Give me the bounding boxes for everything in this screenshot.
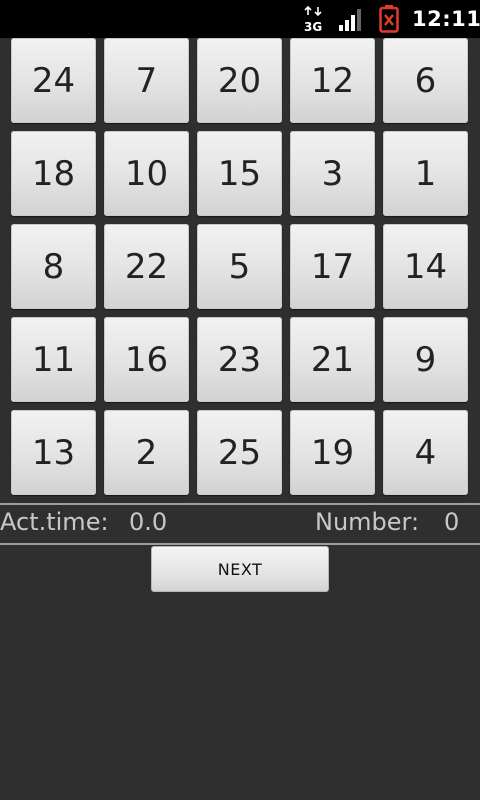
number-tile[interactable]: 12: [290, 38, 375, 123]
number-tile[interactable]: 16: [104, 317, 189, 402]
top-divider: [0, 503, 480, 505]
number-tile[interactable]: 14: [383, 224, 468, 309]
3g-data-icon: 3G: [304, 6, 322, 32]
number-tile[interactable]: 15: [197, 131, 282, 216]
number-value: 0: [444, 508, 460, 536]
number-tile[interactable]: 21: [290, 317, 375, 402]
status-bar: 3G 12:11: [0, 0, 480, 38]
number-tile[interactable]: 20: [197, 38, 282, 123]
signal-strength-icon: [339, 9, 361, 31]
number-tile[interactable]: 8: [11, 224, 96, 309]
number-tile[interactable]: 24: [11, 38, 96, 123]
number-tile[interactable]: 23: [197, 317, 282, 402]
number-tile[interactable]: 25: [197, 410, 282, 495]
next-button[interactable]: NEXT: [151, 546, 329, 592]
number-tile[interactable]: 4: [383, 410, 468, 495]
number-label: Number:: [315, 508, 420, 536]
number-tile[interactable]: 11: [11, 317, 96, 402]
bottom-divider: [0, 543, 480, 545]
number-tile[interactable]: 17: [290, 224, 375, 309]
number-tile[interactable]: 9: [383, 317, 468, 402]
number-tile[interactable]: 7: [104, 38, 189, 123]
network-label: 3G: [304, 20, 322, 32]
number-tile[interactable]: 2: [104, 410, 189, 495]
number-tile[interactable]: 1: [383, 131, 468, 216]
number-tile[interactable]: 6: [383, 38, 468, 123]
act-time-label: Act.time:: [0, 508, 109, 536]
number-tile[interactable]: 22: [104, 224, 189, 309]
number-tile[interactable]: 10: [104, 131, 189, 216]
number-grid: 24 7 20 12 6 18 10 15 3 1 8 22 5 17 14 11 16 23 21 9 13 2 25 19…: [11, 38, 469, 497]
number-tile[interactable]: 18: [11, 131, 96, 216]
battery-alert-icon: [379, 5, 399, 33]
act-time-value: 0.0: [129, 508, 168, 536]
clock: 12:11: [412, 7, 480, 31]
number-tile[interactable]: 13: [11, 410, 96, 495]
number-tile[interactable]: 5: [197, 224, 282, 309]
number-tile[interactable]: 3: [290, 131, 375, 216]
number-tile[interactable]: 19: [290, 410, 375, 495]
